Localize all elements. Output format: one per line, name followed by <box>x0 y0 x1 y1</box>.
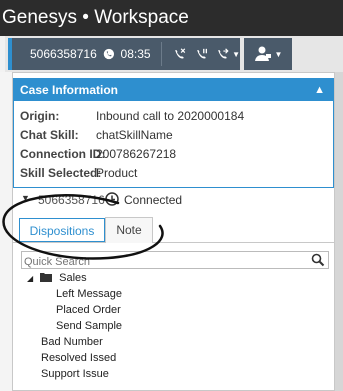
interaction-status: Connected <box>124 193 183 207</box>
agent-icon <box>254 46 271 61</box>
interaction-panel: Case Information ▲ Origin: Inbound call t… <box>12 72 335 391</box>
toolbar-interaction-number: 5066358716 <box>30 47 97 61</box>
case-information: Case Information ▲ Origin: Inbound call t… <box>13 78 334 188</box>
case-information-title: Case Information <box>20 83 119 97</box>
app-title: Genesys • Workspace <box>2 7 189 28</box>
case-row-skill-selected: Skill Selected:Product <box>20 166 138 180</box>
toolbar-edge <box>0 36 5 72</box>
quick-search[interactable] <box>21 251 329 270</box>
tree-folder-label: Sales <box>59 272 87 284</box>
folder-icon <box>40 273 53 282</box>
tree-folder-sales[interactable]: ◢ Sales <box>27 270 87 286</box>
tab-note[interactable]: Note <box>105 217 153 243</box>
folder-expanded-icon[interactable]: ◢ <box>27 271 37 287</box>
expand-arrow-icon[interactable]: ▼ <box>21 193 30 203</box>
end-call-icon[interactable] <box>173 45 186 63</box>
tree-item[interactable]: Placed Order <box>56 302 121 318</box>
toolbar-separator <box>160 42 162 66</box>
call-timer-icon <box>103 48 114 60</box>
interaction-status-row[interactable]: ▼ 5066358716 Connected <box>13 187 334 213</box>
tab-bar: Dispositions Note <box>13 215 334 243</box>
side-panel-strip <box>0 72 12 391</box>
case-information-header[interactable]: Case Information ▲ <box>14 79 333 101</box>
search-icon[interactable] <box>311 253 325 267</box>
case-row-chat-skill: Chat Skill: chatSkillName <box>20 128 173 142</box>
hold-call-icon[interactable] <box>195 45 208 63</box>
interaction-number: 5066358716 <box>38 193 105 207</box>
agent-status-menu[interactable]: ▼ <box>244 38 292 70</box>
main-toolbar: 5066358716 08:35 ▼ ▼ <box>0 36 343 72</box>
case-row-connection-id: Connection ID:200786267218 <box>20 147 177 161</box>
search-input[interactable] <box>22 254 306 270</box>
transfer-call-icon[interactable] <box>216 45 229 63</box>
chevron-up-icon[interactable]: ▲ <box>314 79 325 101</box>
tree-item[interactable]: Bad Number <box>41 334 103 350</box>
call-toolbar[interactable]: 5066358716 08:35 ▼ <box>8 38 240 70</box>
tree-item[interactable]: Left Message <box>56 286 122 302</box>
tab-dispositions[interactable]: Dispositions <box>19 218 105 242</box>
case-row-origin: Origin: Inbound call to 2020000184 <box>20 109 245 123</box>
connected-status-icon <box>105 192 119 206</box>
tree-item[interactable]: Resolved Issed <box>41 350 116 366</box>
chevron-down-icon[interactable]: ▼ <box>275 50 283 59</box>
call-timer: 08:35 <box>120 47 151 61</box>
tree-item[interactable]: Send Sample <box>56 318 122 334</box>
tree-item[interactable]: Support Issue <box>41 366 109 382</box>
app-title-bar: Genesys • Workspace <box>0 0 343 36</box>
chevron-down-icon[interactable]: ▼ <box>232 50 240 59</box>
